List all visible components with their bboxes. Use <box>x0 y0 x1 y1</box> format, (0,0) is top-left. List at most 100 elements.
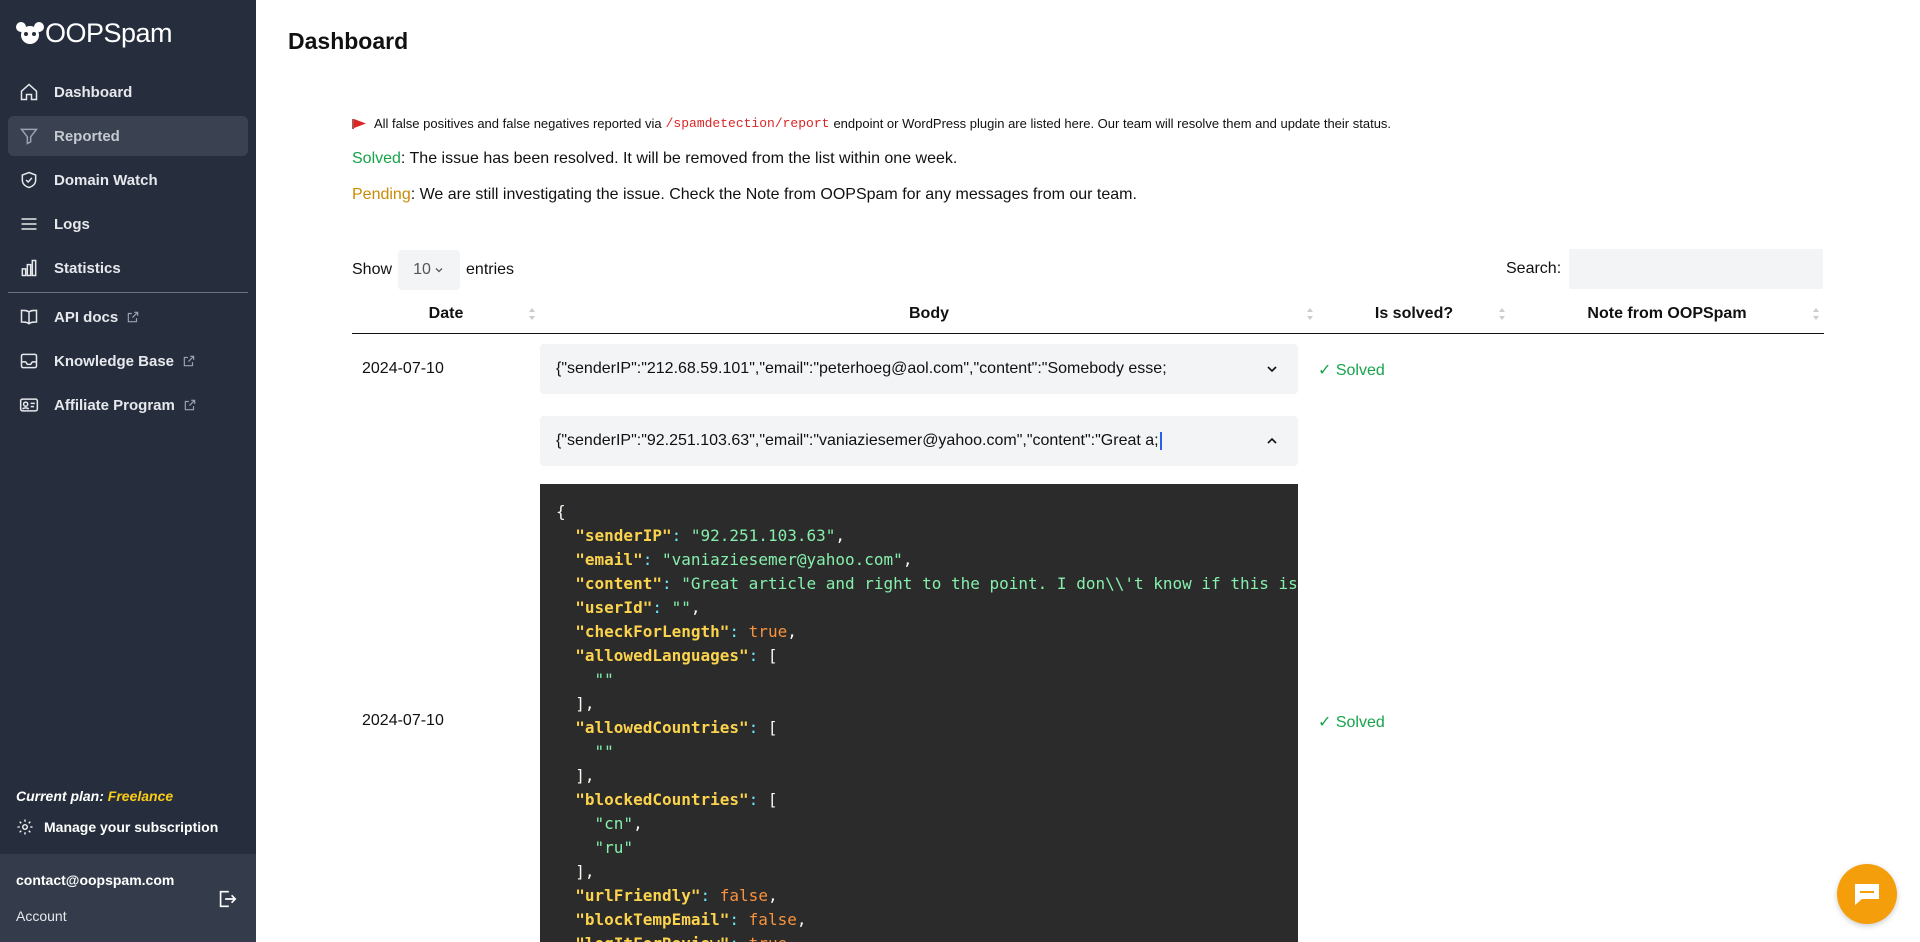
sidebar-item-dashboard[interactable]: Dashboard <box>8 72 248 112</box>
row-status: ✓ Solved <box>1318 714 1385 731</box>
solved-word: Solved <box>352 150 401 167</box>
column-header-date[interactable]: Date <box>352 294 540 334</box>
sidebar-item-label: Reported <box>54 127 120 145</box>
book-icon <box>18 306 40 328</box>
pending-word: Pending <box>352 186 411 203</box>
sidebar-item-api-docs[interactable]: API docs <box>8 297 248 337</box>
code-sender-ip: "92.251.103.63" <box>690 526 836 545</box>
code-check-for-length: true <box>748 622 788 641</box>
pending-description: : We are still investigating the issue. … <box>410 186 1137 203</box>
inbox-icon <box>18 350 40 372</box>
column-header-note[interactable]: Note from OOPSpam <box>1510 294 1824 334</box>
filter-icon <box>18 125 40 147</box>
search-label: Search: <box>1506 260 1562 277</box>
info-prefix: All false positives and false negatives … <box>374 116 662 131</box>
home-icon <box>18 81 40 103</box>
sidebar-item-reported[interactable]: Reported <box>8 116 248 156</box>
sort-icon <box>1306 307 1314 321</box>
code-blocked-country: "cn" <box>594 814 634 833</box>
sidebar-item-label: Logs <box>54 215 90 233</box>
app-logo[interactable]: OOPSpam <box>15 18 173 49</box>
column-header-is-solved[interactable]: Is solved? <box>1318 294 1510 334</box>
code-allowed-country: "" <box>594 742 614 761</box>
entries-select[interactable]: 10 <box>398 250 461 290</box>
code-blocked-country: "ru" <box>594 838 634 857</box>
oopspam-logo-icon <box>16 21 44 44</box>
code-url-friendly: false <box>719 886 768 905</box>
account-panel: contact@oopspam.com Account <box>0 854 256 942</box>
pending-legend: Pending: We are still investigating the … <box>352 186 1137 204</box>
entries-label: entries <box>466 261 515 278</box>
solved-description: : The issue has been resolved. It will b… <box>400 150 958 167</box>
shield-check-icon <box>18 169 40 191</box>
code-block-temp-email: false <box>748 910 797 929</box>
sidebar-item-label: Affiliate Program <box>54 396 175 414</box>
id-card-icon <box>18 394 40 416</box>
logout-icon[interactable] <box>216 888 238 915</box>
column-header-label: Date <box>428 305 464 322</box>
row-body-toggle[interactable]: {"senderIP":"212.68.59.101","email":"pet… <box>540 344 1298 394</box>
code-email: "vaniaziesemer@yahoo.com" <box>661 550 903 569</box>
sidebar-item-label: Domain Watch <box>54 171 158 189</box>
sidebar-item-knowledge-base[interactable]: Knowledge Base <box>8 341 248 381</box>
flag-icon <box>352 118 368 130</box>
code-user-id: "" <box>671 598 691 617</box>
sort-icon <box>1812 307 1820 321</box>
row-body-text: {"senderIP":"92.251.103.63","email":"van… <box>556 432 1159 449</box>
row-date: 2024-07-10 <box>362 712 444 729</box>
row-status: ✓ Solved <box>1318 362 1385 379</box>
manage-subscription-link[interactable]: Manage your subscription <box>16 818 218 836</box>
sidebar-item-label: Dashboard <box>54 83 133 101</box>
sidebar-item-affiliate-program[interactable]: Affiliate Program <box>8 385 248 425</box>
entries-control: Show 10 entries <box>352 250 514 290</box>
account-email: contact@oopspam.com <box>16 872 175 888</box>
column-header-body[interactable]: Body <box>540 294 1318 334</box>
sidebar-divider <box>8 292 248 293</box>
info-line: All false positives and false negatives … <box>352 116 1391 131</box>
current-plan: Current plan: Freelance <box>16 788 173 804</box>
chevron-up-icon <box>1264 433 1280 449</box>
external-link-icon <box>182 354 196 368</box>
column-header-label: Note from OOPSpam <box>1587 305 1747 322</box>
sidebar-item-label: Knowledge Base <box>54 352 175 370</box>
account-link[interactable]: Account <box>16 908 67 924</box>
info-suffix: endpoint or WordPress plugin are listed … <box>833 116 1392 131</box>
solved-legend: Solved: The issue has been resolved. It … <box>352 150 957 168</box>
row-date: 2024-07-10 <box>362 360 444 377</box>
sidebar-item-label: Statistics <box>54 259 121 277</box>
plan-label: Current plan: <box>16 788 104 804</box>
search-input[interactable] <box>1569 249 1824 289</box>
sidebar-item-statistics[interactable]: Statistics <box>8 248 248 288</box>
report-endpoint-code: /spamdetection/report <box>665 116 830 131</box>
manage-subscription-label: Manage your subscription <box>44 819 219 835</box>
entries-value: 10 <box>413 261 431 278</box>
column-header-label: Body <box>909 305 949 322</box>
external-link-icon <box>126 310 140 324</box>
logo-text: OOPSpam <box>45 18 173 48</box>
gear-icon <box>16 818 34 836</box>
chevron-down-icon <box>1264 361 1280 377</box>
bar-chart-icon <box>18 257 40 279</box>
chat-button[interactable] <box>1837 864 1897 924</box>
sidebar-item-label: API docs <box>54 308 119 326</box>
code-content: "Great article and right to the point. I… <box>681 574 1298 593</box>
code-allowed-language: "" <box>594 670 614 689</box>
table-header: Date Body Is solved? Note from OOPSpam <box>352 294 1824 334</box>
external-link-icon <box>183 398 197 412</box>
column-header-label: Is solved? <box>1374 305 1454 322</box>
text-cursor <box>1159 432 1162 450</box>
sidebar: OOPSpam Dashboard Reported Domain Watch … <box>0 0 256 942</box>
sidebar-item-logs[interactable]: Logs <box>8 204 248 244</box>
row-body-text: {"senderIP":"212.68.59.101","email":"pet… <box>556 360 1167 377</box>
row-body-toggle[interactable]: {"senderIP":"92.251.103.63","email":"van… <box>540 416 1298 466</box>
sort-icon <box>1498 307 1506 321</box>
chat-icon <box>1855 884 1879 905</box>
show-label: Show <box>352 261 393 278</box>
sidebar-item-domain-watch[interactable]: Domain Watch <box>8 160 248 200</box>
chevron-down-icon <box>433 264 445 276</box>
list-icon <box>18 213 40 235</box>
page-title: Dashboard <box>288 28 409 54</box>
json-code-viewer: { "senderIP": "92.251.103.63", "email": … <box>540 484 1298 942</box>
search-control: Search: <box>1506 249 1824 289</box>
sort-icon <box>528 307 536 321</box>
